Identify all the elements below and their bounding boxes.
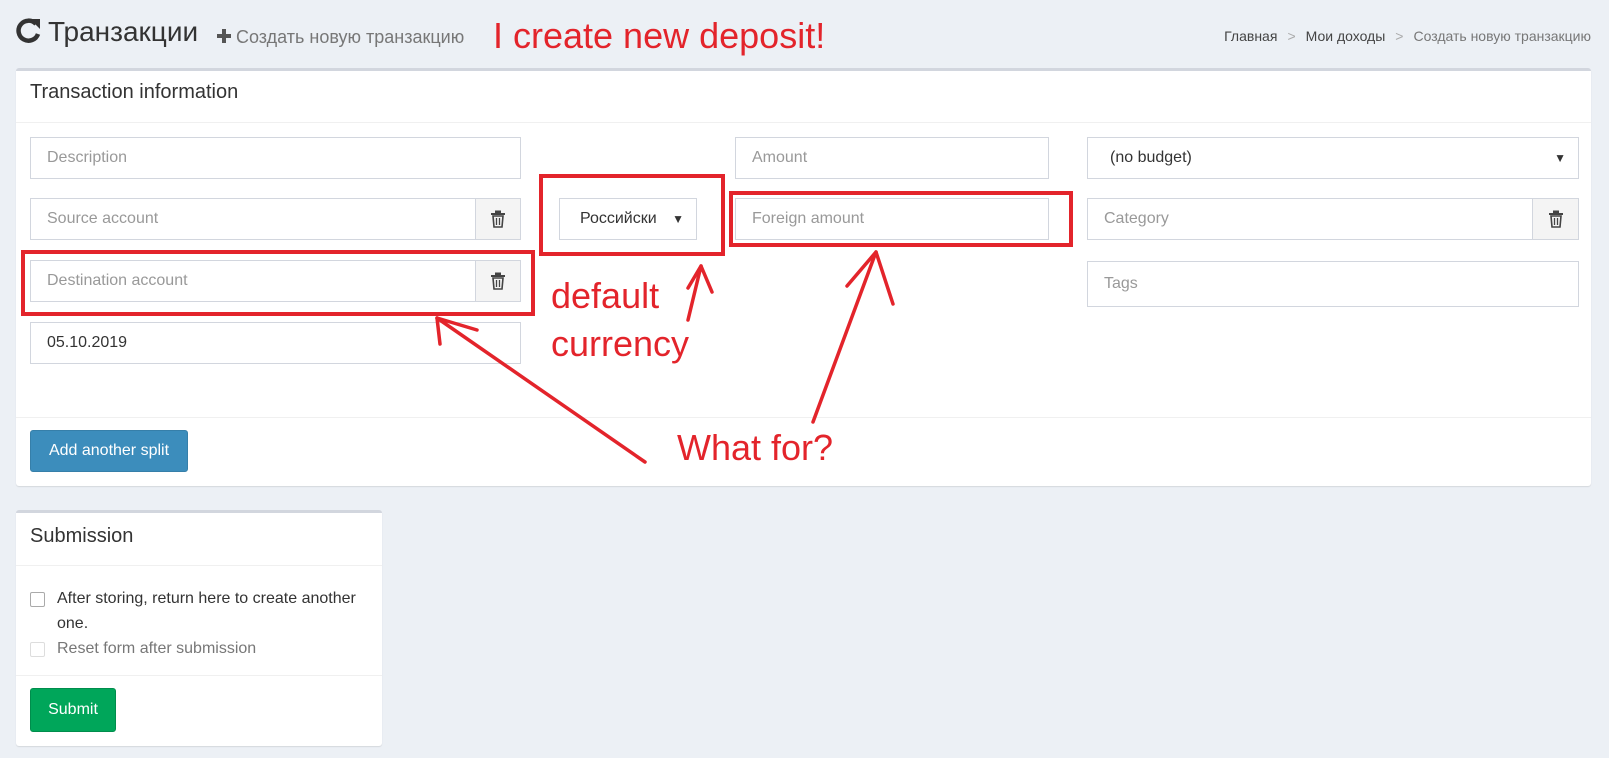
refresh-icon[interactable] <box>16 16 42 46</box>
date-value: 05.10.2019 <box>47 334 128 351</box>
breadcrumb-income[interactable]: Мои доходы <box>1306 26 1386 46</box>
plus-icon <box>217 29 231 43</box>
box-divider <box>16 675 382 676</box>
annotation-question: What for? <box>677 427 834 468</box>
breadcrumb-separator: > <box>1395 28 1404 44</box>
breadcrumb: Главная > Мои доходы > Создать новую тра… <box>1224 26 1591 46</box>
reset-form-label: Reset form after submission <box>57 640 257 657</box>
category-clear-button[interactable] <box>1533 198 1579 240</box>
trash-icon <box>1548 210 1563 228</box>
date-input[interactable]: 05.10.2019 <box>30 322 521 364</box>
reset-form-checkbox[interactable] <box>30 642 45 657</box>
breadcrumb-separator: > <box>1287 28 1296 44</box>
source-account-input[interactable]: Source account <box>30 198 476 240</box>
box-divider <box>16 417 1591 418</box>
reset-form-option[interactable]: Reset form after submission <box>30 636 256 661</box>
box-title-transaction: Transaction information <box>30 81 239 103</box>
annotation-box-currency <box>539 174 725 256</box>
page-subtitle: Создать новую транзакцию <box>236 27 465 47</box>
chevron-down-icon: ▼ <box>1554 151 1566 165</box>
annotation-box-foreign-amount <box>729 191 1073 247</box>
annotation-currency-line2: currency <box>551 323 690 364</box>
description-input[interactable]: Description <box>30 137 521 179</box>
annotation-box-destination <box>21 250 535 316</box>
return-here-option[interactable]: After storing, return here to create ano… <box>30 586 356 636</box>
budget-select[interactable]: (no budget) ▼ <box>1087 137 1579 179</box>
tags-input[interactable]: Tags <box>1087 261 1579 307</box>
box-divider <box>16 122 1591 123</box>
annotation-headline: I create new deposit! <box>493 15 826 56</box>
breadcrumb-home[interactable]: Главная <box>1224 26 1277 46</box>
amount-input[interactable]: Amount <box>735 137 1049 179</box>
page-title: Транзакции <box>48 16 199 47</box>
add-split-button[interactable]: Add another split <box>30 430 188 472</box>
box-divider <box>16 565 382 566</box>
category-input[interactable]: Category <box>1087 198 1533 240</box>
trash-icon <box>491 210 505 228</box>
budget-selected-value: (no budget) <box>1110 149 1192 166</box>
annotation-currency-line1: default <box>551 275 660 316</box>
return-here-checkbox[interactable] <box>30 592 45 607</box>
return-here-label-line1: After storing, return here to create ano… <box>57 590 356 607</box>
box-title-submission: Submission <box>30 525 134 547</box>
breadcrumb-current: Создать новую транзакцию <box>1413 28 1591 44</box>
submit-button[interactable]: Submit <box>30 688 116 732</box>
source-account-clear-button[interactable] <box>476 198 521 240</box>
return-here-label-line2: one. <box>57 615 89 632</box>
